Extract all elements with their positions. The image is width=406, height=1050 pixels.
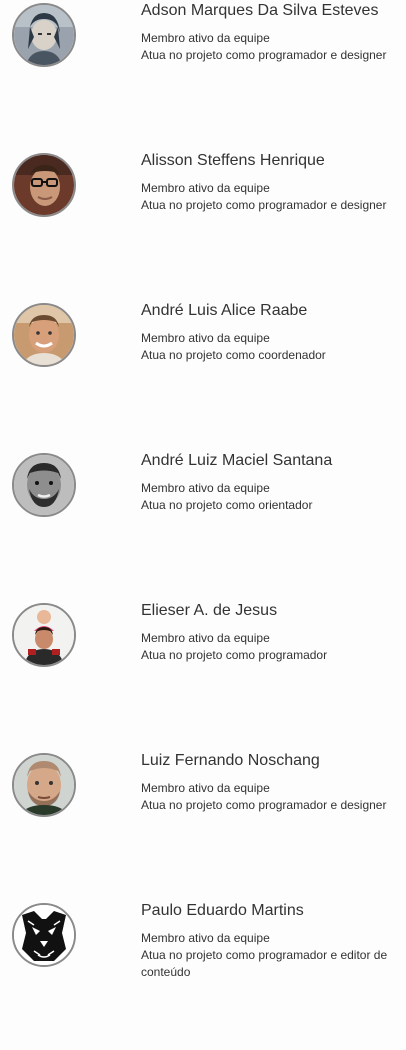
wolf-drawing-avatar-icon xyxy=(12,903,76,967)
member-card: Paulo Eduardo Martins Membro ativo da eq… xyxy=(0,900,406,1050)
person-avatar-icon xyxy=(12,753,76,817)
member-name: André Luis Alice Raabe xyxy=(141,302,308,319)
member-role: Atua no projeto como programador e desig… xyxy=(141,798,387,812)
member-name: André Luiz Maciel Santana xyxy=(141,452,333,469)
member-name: Alisson Steffens Henrique xyxy=(141,152,325,169)
member-name: Paulo Eduardo Martins xyxy=(141,902,304,919)
member-name: Adson Marques Da Silva Esteves xyxy=(141,2,379,19)
member-card: André Luiz Maciel Santana Membro ativo d… xyxy=(0,450,406,600)
member-status: Membro ativo da equipe xyxy=(141,631,270,645)
member-role: Atua no projeto como programador e desig… xyxy=(141,198,387,212)
person-bw-avatar-icon xyxy=(12,453,76,517)
person-with-child-avatar-icon xyxy=(12,603,76,667)
member-status: Membro ativo da equipe xyxy=(141,31,270,45)
member-role: Atua no projeto como orientador xyxy=(141,498,313,512)
member-status: Membro ativo da equipe xyxy=(141,781,270,795)
person-glasses-avatar-icon xyxy=(12,153,76,217)
member-role: Atua no projeto como programador xyxy=(141,648,328,662)
member-status: Membro ativo da equipe xyxy=(141,331,270,345)
member-card: André Luis Alice Raabe Membro ativo da e… xyxy=(0,300,406,450)
member-status: Membro ativo da equipe xyxy=(141,481,270,495)
member-card: Alisson Steffens Henrique Membro ativo d… xyxy=(0,150,406,300)
member-card: Adson Marques Da Silva Esteves Membro at… xyxy=(0,0,406,150)
member-role: Atua no projeto como programador e desig… xyxy=(141,48,387,62)
member-name: Elieser A. de Jesus xyxy=(141,602,278,619)
anime-avatar-icon xyxy=(12,3,76,67)
member-status: Membro ativo da equipe xyxy=(141,931,270,945)
member-status: Membro ativo da equipe xyxy=(141,181,270,195)
member-card: Elieser A. de Jesus Membro ativo da equi… xyxy=(0,600,406,750)
member-role: Atua no projeto como coordenador xyxy=(141,348,326,362)
member-role: Atua no projeto como programador e edito… xyxy=(141,948,388,979)
member-card: Luiz Fernando Noschang Membro ativo da e… xyxy=(0,750,406,900)
member-name: Luiz Fernando Noschang xyxy=(141,752,320,769)
person-avatar-icon xyxy=(12,303,76,367)
